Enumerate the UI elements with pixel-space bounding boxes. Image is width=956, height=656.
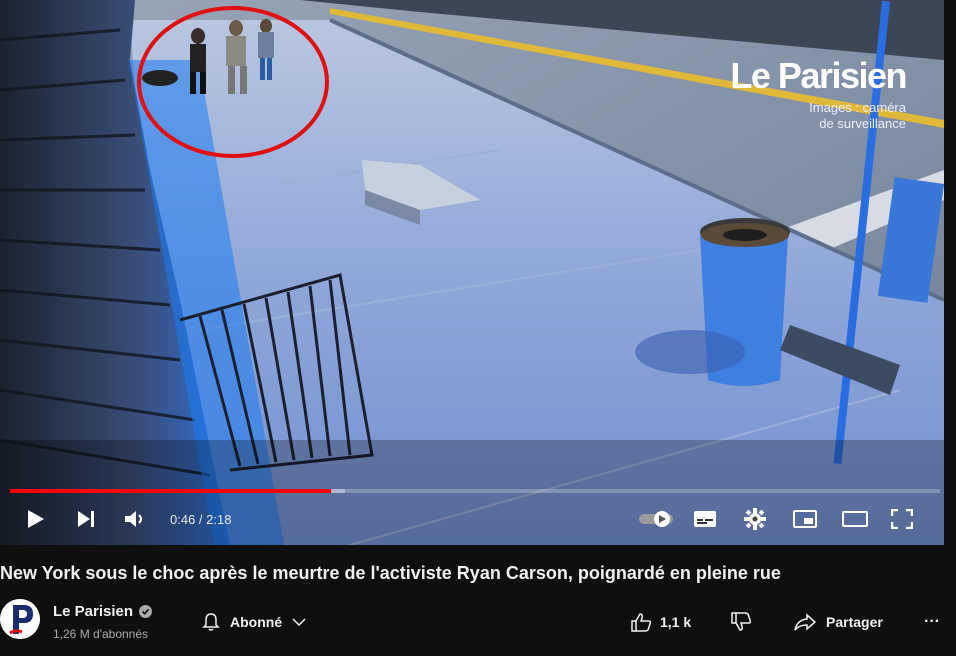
thumbs-down-icon: [731, 612, 752, 631]
channel-watermark: Le Parisien Images : caméra de surveilla…: [730, 55, 907, 132]
volume-icon: [125, 511, 142, 527]
share-icon: [794, 613, 816, 631]
watermark-caption: Images : caméra de surveillance: [730, 100, 906, 132]
settings-button[interactable]: [730, 508, 780, 530]
play-button[interactable]: [18, 508, 54, 530]
player-controls: 0:46 / 2:18: [0, 497, 944, 541]
more-actions-button[interactable]: ···: [924, 604, 940, 640]
gear-icon: [744, 508, 766, 530]
video-title: New York sous le choc après le meurtre d…: [0, 563, 781, 583]
dislike-button[interactable]: [730, 604, 752, 640]
bell-icon: [202, 613, 220, 631]
miniplayer-button[interactable]: [780, 510, 830, 528]
channel-logo-icon: [0, 599, 40, 639]
progress-played: [10, 489, 331, 493]
video-meta-row: Le Parisien 1,26 M d'abonnés Abonné 1,1 …: [0, 596, 956, 650]
share-button[interactable]: Partager: [794, 604, 883, 640]
theater-icon: [842, 511, 868, 527]
video-player[interactable]: Le Parisien Images : caméra de surveilla…: [0, 0, 944, 545]
volume-button[interactable]: [118, 509, 154, 529]
time-display: 0:46 / 2:18: [170, 511, 232, 527]
miniplayer-icon: [793, 510, 817, 528]
play-icon: [28, 510, 44, 528]
channel-name-label: Le Parisien: [53, 603, 134, 620]
share-label: Partager: [826, 614, 883, 630]
more-icon: ···: [924, 613, 940, 630]
theater-button[interactable]: [830, 511, 880, 527]
like-button[interactable]: 1,1 k: [630, 604, 691, 640]
watermark-caption-line-1: Images : caméra: [809, 100, 906, 115]
page-scrollbar[interactable]: [944, 0, 956, 656]
fullscreen-button[interactable]: [880, 509, 924, 529]
verified-icon: [139, 605, 153, 618]
autoplay-toggle-icon: [639, 511, 673, 527]
thumbs-up-icon: [631, 613, 652, 632]
next-button[interactable]: [68, 510, 104, 528]
subscribe-button[interactable]: Abonné: [192, 604, 320, 640]
channel-name[interactable]: Le Parisien: [53, 603, 153, 620]
like-count: 1,1 k: [660, 614, 692, 630]
subtitles-button[interactable]: [680, 510, 730, 528]
subtitles-icon: [694, 511, 716, 527]
right-controls: [634, 497, 924, 541]
chevron-down-icon: [292, 618, 306, 627]
fullscreen-icon: [891, 509, 913, 529]
subscribe-label: Abonné: [230, 614, 283, 630]
watermark-logo: Le Parisien: [730, 55, 907, 96]
progress-bar[interactable]: [10, 489, 940, 493]
autoplay-toggle[interactable]: [634, 510, 680, 528]
next-icon: [78, 511, 94, 527]
subscriber-count: 1,26 M d'abonnés: [53, 627, 149, 641]
avatar[interactable]: [0, 599, 40, 639]
watermark-caption-line-2: de surveillance: [819, 116, 906, 131]
